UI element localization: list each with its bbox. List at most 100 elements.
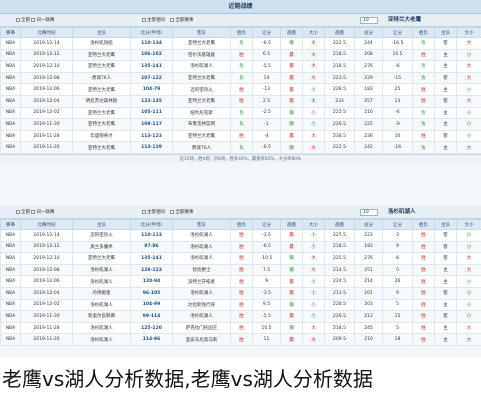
table-cell: 135-141: [130, 252, 173, 265]
table-row[interactable]: NBA 2019-12-10 亚特兰大老鹰 135-141 洛杉矶湖人负 -5.5 赢大 21…: [0, 60, 481, 73]
table-cell: 明尼苏达森林狼: [72, 94, 131, 108]
table-cell: 208: [354, 48, 383, 62]
table-cell: 费城76人: [172, 141, 231, 154]
table-cell: 赢: [280, 240, 303, 254]
table-cell: 主: [434, 118, 457, 131]
column-header: 盘路: [280, 27, 303, 38]
column-header: 比赛时间: [20, 219, 73, 230]
column-header: 客队: [172, 27, 231, 38]
table-row[interactable]: NBA 2019-11-30 亚特兰大老鹰 108-117 布鲁克林篮网负 -1 输小 226…: [0, 118, 481, 131]
table-row[interactable]: NBA 2019-12-04 丹佛掘金 96-105 洛杉矶湖人胜 -3.5 赢小 213.5…: [0, 286, 481, 300]
table-row[interactable]: NBA 2019-12-08 洛杉矶湖人 128-123 犹他爵士胜 7.5 输大 214.5…: [0, 263, 481, 277]
table-cell: 赢: [280, 48, 303, 62]
table-cell: 输: [280, 106, 303, 120]
table-cell: 亚特兰大老鹰: [172, 37, 231, 50]
table-cell: 胜: [230, 310, 253, 323]
table-cell: 客: [434, 310, 457, 323]
table-cell: -10.5: [252, 252, 281, 265]
table-row[interactable]: NBA 2019-11-28 华盛顿奇才 113-123 亚特兰大老鹰胜 -4 赢大 238.…: [0, 129, 481, 143]
table-cell: 负: [230, 60, 253, 73]
section-2-toolbar: 10 洛杉矶湖人 主客相同 全部赛事 全部 同一联赛: [0, 206, 481, 219]
filter-same-event[interactable]: 同一联赛: [31, 17, 54, 23]
table-cell: 222.5: [324, 37, 355, 50]
table-cell: 114-96: [130, 333, 173, 346]
table-cell: 胜: [412, 48, 435, 62]
table-cell: 257: [354, 94, 383, 108]
table-cell: 客: [434, 229, 457, 242]
table-row[interactable]: NBA 2019-11-26 洛杉矶湖人 114-96 圣安东尼奥马刺胜 11 赢大 209.…: [0, 333, 481, 346]
filter-home-away[interactable]: 主客相同: [142, 17, 165, 23]
table-cell: 5: [382, 321, 413, 335]
table-cell: 负: [230, 118, 253, 131]
section-2-body: NBA 2019-12-14 迈阿密热火 110-113 洛杉矶湖人胜 -3.5 赢小 227…: [0, 229, 481, 346]
table-cell: 负: [412, 141, 435, 154]
filter-all[interactable]: 全部: [16, 209, 30, 215]
table-cell: 大: [302, 60, 325, 73]
table-cell: 小: [456, 275, 481, 288]
filter-all-events[interactable]: 全部赛事: [170, 209, 193, 215]
table-row[interactable]: NBA 2019-12-12 亚特兰大老鹰 106-102 密尔沃基雄鹿胜 6.5 赢大 21…: [0, 48, 481, 62]
table-cell: 小: [302, 229, 325, 242]
table-cell: 2019-11-26: [20, 141, 73, 154]
table-cell: 2019-11-30: [20, 118, 73, 131]
column-header: 让分: [252, 219, 281, 230]
match-count-select[interactable]: 10: [360, 209, 378, 216]
table-cell: 大: [302, 48, 325, 62]
table-cell: 负: [230, 37, 253, 50]
checkbox-icon: [31, 17, 36, 22]
filter-same-event[interactable]: 同一联赛: [31, 209, 54, 215]
table-row[interactable]: NBA 2019-12-06 亚特兰大老鹰 104-79 迈阿密热火胜 -13 赢小 228.…: [0, 83, 481, 96]
table-row[interactable]: NBA 2019-11-30 新奥尔良鹈鹕 99-114 洛杉矶湖人胜 -5.5 赢小 226…: [0, 310, 481, 323]
column-header: 比分(半场): [130, 219, 173, 230]
table-row[interactable]: NBA 2019-11-28 洛杉矶湖人 125-120 萨克拉门托国王胜 10.5 输大 2…: [0, 321, 481, 335]
match-count-select[interactable]: 10: [360, 17, 378, 24]
table-cell: 小: [302, 286, 325, 300]
section-1-toolbar: 10 亚特兰大老鹰 主客相同 全部赛事 全部 同一联赛: [0, 14, 481, 27]
column-header: 比分(半场): [130, 27, 173, 38]
table-row[interactable]: NBA 2019-12-02 亚特兰大老鹰 105-111 纽约尼克斯负 -2.5 输小 22…: [0, 106, 481, 120]
filter-all-events[interactable]: 全部赛事: [170, 17, 193, 23]
table-cell: -2.5: [252, 106, 281, 120]
table-cell: -6.5: [252, 141, 281, 154]
section-1-summary: 近10场，胜4场，负6场，胜率40%，赢盘率50%，大分率80%: [0, 153, 481, 163]
table-cell: -5.5: [252, 60, 281, 73]
table-row[interactable]: NBA 2019-12-06 洛杉矶湖人 120-94 波特兰开拓者胜 9 赢小 224.5 2…: [0, 275, 481, 288]
table-cell: 128-123: [130, 263, 173, 277]
table-row[interactable]: NBA 2019-12-10 亚特兰大老鹰 135-141 洛杉矶湖人胜 -10.5 输大 2…: [0, 252, 481, 265]
table-row[interactable]: NBA 2019-12-14 洛杉矶快船 110-134 亚特兰大老鹰负 -6.5 输大 22…: [0, 37, 481, 50]
table-cell: 萨克拉门托国王: [172, 321, 231, 335]
table-cell: NBA: [0, 37, 21, 50]
table-row[interactable]: NBA 2019-12-02 洛杉矶湖人 104-99 达拉斯独行侠胜 9.5 输小 228.…: [0, 298, 481, 312]
table-cell: 238.5: [324, 129, 355, 143]
table-cell: 主: [434, 60, 457, 73]
table-cell: 负: [412, 37, 435, 50]
table-cell: 107-122: [130, 71, 173, 85]
table-row[interactable]: NBA 2019-12-14 迈阿密热火 110-113 洛杉矶湖人胜 -3.5 赢小 227…: [0, 229, 481, 242]
filter-all[interactable]: 全部: [16, 17, 30, 23]
table-cell: 亚特兰大老鹰: [172, 129, 231, 143]
table-row[interactable]: NBA 2019-12-12 奥兰多魔术 87-96 洛杉矶湖人胜 -6.5 赢小 218.5…: [0, 240, 481, 254]
recent-record-section-2: 10 洛杉矶湖人 主客相同 全部赛事 全部 同一联赛 赛事 比赛时间 主队 比分(半场…: [0, 206, 481, 358]
table-row[interactable]: NBA 2019-12-04 明尼苏达森林狼 122-135 亚特兰大老鹰胜 2.5 赢大 2…: [0, 94, 481, 108]
table-cell: NBA: [0, 83, 21, 96]
checkbox-icon: [170, 17, 175, 22]
table-cell: 2019-12-08: [20, 263, 73, 277]
column-header: 总分: [354, 27, 383, 38]
table-cell: -6: [382, 60, 413, 73]
column-header: 让分: [252, 27, 281, 38]
filter-home-away[interactable]: 主客相同: [142, 209, 165, 215]
table-row[interactable]: NBA 2019-11-26 亚特兰大老鹰 113-129 费城76人负 -6.5 输大 22…: [0, 141, 481, 154]
table-cell: 113-123: [130, 129, 173, 143]
table-row[interactable]: NBA 2019-12-08 费城76人 107-122 亚特兰大老鹰负 14 赢大 223.…: [0, 71, 481, 85]
table-cell: 负: [230, 71, 253, 85]
table-cell: NBA: [0, 310, 21, 323]
column-header: 盘路: [324, 27, 355, 38]
table-cell: 主: [434, 298, 457, 312]
section-1-header-row: 赛事 比赛时间 主队 比分(半场) 客队 胜负 让分 盘路 大小 盘路 总分 让分 胜负 主队 大小: [0, 27, 481, 38]
table-cell: 洛杉矶湖人: [172, 240, 231, 254]
table-cell: 2019-12-04: [20, 286, 73, 300]
table-cell: 122-135: [130, 94, 173, 108]
table-cell: 胜: [412, 83, 435, 96]
table-cell: 胜: [412, 229, 435, 242]
table-cell: 胜: [412, 94, 435, 108]
